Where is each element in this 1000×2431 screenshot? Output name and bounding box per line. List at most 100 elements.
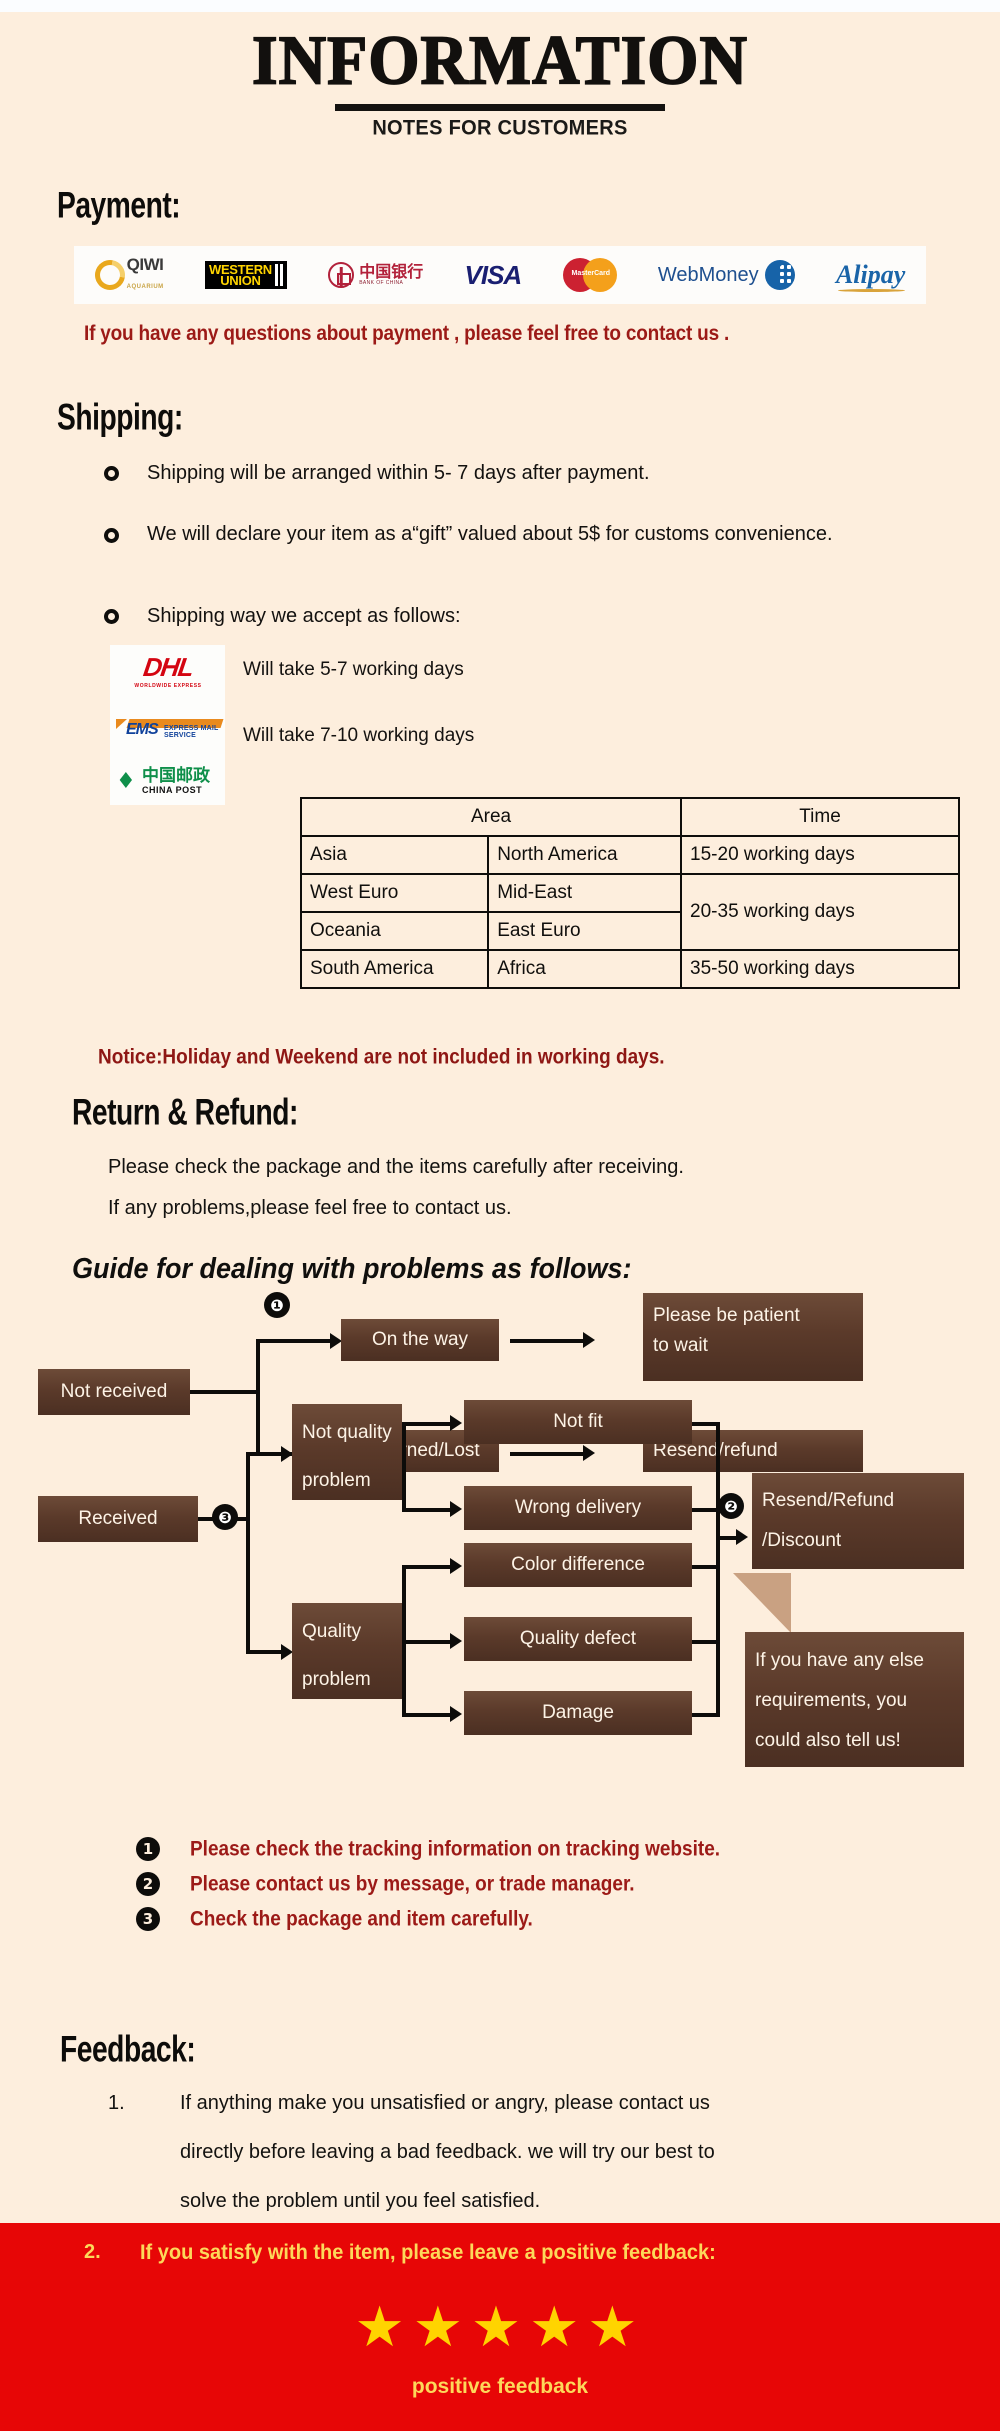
payment-methods-strip: QIWI AQUARIUM WESTERN UNION 中国银行 BANK OF… bbox=[74, 246, 926, 304]
flow-box-wrong-delivery: Wrong delivery bbox=[464, 1486, 692, 1530]
return-refund-line-2: If any problems,please feel free to cont… bbox=[108, 1197, 512, 1219]
flow-box-not-quality-problem: Not quality problem bbox=[292, 1404, 402, 1500]
alipay-logo: Alipay bbox=[836, 255, 905, 295]
table-cell-area-b: East Euro bbox=[487, 911, 683, 951]
flow-box-resend-line-2: /Discount bbox=[762, 1530, 842, 1551]
flow-box-not-fit: Not fit bbox=[464, 1400, 692, 1444]
china-post-cn-label: 中国邮政 bbox=[142, 766, 210, 786]
flow-marker-1: ❶ bbox=[264, 1292, 290, 1318]
flow-marker-2: ❷ bbox=[718, 1493, 744, 1519]
flow-box-received: Received bbox=[38, 1496, 198, 1542]
bullet-icon bbox=[104, 466, 119, 481]
flow-box-not-quality-line-1: Not quality bbox=[302, 1422, 392, 1443]
shipping-bullet-3: Shipping way we accept as follows: bbox=[147, 605, 461, 627]
guide-heading: Guide for dealing with problems as follo… bbox=[72, 1253, 632, 1285]
flow-box-quality-defect: Quality defect bbox=[464, 1617, 692, 1661]
china-post-en-label: CHINA POST bbox=[142, 785, 203, 795]
table-header-row: Area Time bbox=[299, 797, 960, 837]
ems-label: EMS bbox=[126, 721, 159, 738]
page-title: INFORMATION bbox=[251, 22, 749, 100]
qiwi-ring-icon bbox=[88, 254, 131, 296]
flow-callout-line-2: requirements, you bbox=[755, 1690, 908, 1711]
visa-label: VISA bbox=[464, 259, 523, 290]
note-badge-1: 1 bbox=[136, 1837, 160, 1861]
note-text-1: Please check the tracking information on… bbox=[190, 1838, 721, 1862]
callout-pointer-icon bbox=[733, 1573, 791, 1633]
qiwi-logo: QIWI AQUARIUM bbox=[88, 254, 164, 296]
flow-line bbox=[716, 1422, 720, 1717]
flow-box-on-the-way: On the way bbox=[341, 1319, 499, 1361]
note-badge-2: 2 bbox=[136, 1872, 160, 1896]
flow-line bbox=[402, 1422, 454, 1426]
five-star-rating-icon: ★★★★★ bbox=[354, 2295, 646, 2360]
flow-line bbox=[510, 1452, 586, 1456]
flow-box-callout: If you have any else requirements, you c… bbox=[745, 1632, 964, 1767]
flow-arrow-icon bbox=[736, 1529, 748, 1545]
visa-logo: VISA bbox=[464, 255, 523, 295]
flow-line bbox=[402, 1565, 454, 1569]
bank-of-china-logo: 中国银行 BANK OF CHINA bbox=[328, 255, 423, 295]
flow-line bbox=[402, 1424, 406, 1512]
flow-line bbox=[246, 1454, 250, 1654]
western-union-logo: WESTERN UNION bbox=[204, 255, 287, 295]
flow-line bbox=[246, 1650, 284, 1654]
alipay-label: Alipay bbox=[835, 260, 906, 292]
flow-line bbox=[246, 1452, 284, 1456]
flow-callout-line-1: If you have any else bbox=[755, 1650, 924, 1671]
flow-line bbox=[256, 1341, 260, 1456]
webmoney-ball-icon bbox=[764, 260, 795, 290]
flow-arrow-icon bbox=[450, 1501, 462, 1517]
table-row: West Euro Mid-East 20-35 working days bbox=[299, 873, 960, 951]
feedback-item-1-number: 1. bbox=[108, 2092, 125, 2114]
bank-of-china-mark-icon bbox=[328, 262, 355, 288]
flow-box-resend-line-1: Resend/Refund bbox=[762, 1490, 895, 1511]
table-cell-area-a: West Euro bbox=[299, 873, 490, 913]
dhl-sublabel: WORLDWIDE EXPRESS bbox=[134, 683, 202, 689]
dhl-note: Will take 5-7 working days bbox=[243, 659, 464, 680]
bullet-icon bbox=[104, 609, 119, 624]
table-cell-time: 35-50 working days bbox=[680, 949, 960, 989]
flow-arrow-icon bbox=[583, 1332, 595, 1348]
feedback-heading: Feedback: bbox=[60, 2030, 196, 2071]
flow-box-patient-line-1: Please be patient bbox=[653, 1305, 800, 1326]
bullet-icon bbox=[104, 528, 119, 543]
table-cell-area-b: Africa bbox=[487, 949, 683, 989]
feedback-item-1-line-2: directly before leaving a bad feedback. … bbox=[180, 2141, 715, 2163]
flow-line bbox=[402, 1640, 454, 1644]
bank-of-china-cn-label: 中国银行 bbox=[359, 262, 424, 281]
flow-box-patient-line-2: to wait bbox=[653, 1335, 708, 1356]
flow-line bbox=[402, 1508, 454, 1512]
return-refund-line-1: Please check the package and the items c… bbox=[108, 1156, 684, 1178]
table-cell-time: 15-20 working days bbox=[680, 835, 960, 875]
flow-arrow-icon bbox=[450, 1633, 462, 1649]
shipping-time-table: Area Time Asia North America 15-20 worki… bbox=[299, 797, 960, 989]
table-cell-area-b: North America bbox=[487, 835, 683, 875]
flow-callout-line-3: could also tell us! bbox=[755, 1730, 901, 1751]
qiwi-sublabel: AQUARIUM bbox=[126, 284, 164, 290]
feedback-item-1-line-1: If anything make you unsatisfied or angr… bbox=[180, 2092, 710, 2114]
table-cell-area-a: South America bbox=[299, 949, 490, 989]
shipping-bullet-2: We will declare your item as a“gift” val… bbox=[147, 523, 833, 545]
mastercard-label: MasterCard bbox=[571, 270, 611, 277]
shipping-heading: Shipping: bbox=[57, 398, 183, 439]
ems-logo: EMS EXPRESS MAIL SERVICE bbox=[114, 718, 224, 740]
feedback-item-1-line-3: solve the problem until you feel satisfi… bbox=[180, 2190, 541, 2212]
table-header-area: Area bbox=[299, 797, 683, 837]
feedback-item-2-text: If you satisfy with the item, please lea… bbox=[140, 2241, 716, 2265]
table-cell-time: 20-35 working days bbox=[680, 873, 960, 951]
flow-box-not-quality-line-2: problem bbox=[302, 1470, 371, 1491]
flow-arrow-icon bbox=[450, 1558, 462, 1574]
table-cell-area-a: Asia bbox=[299, 835, 490, 875]
western-union-bars-icon bbox=[274, 264, 283, 286]
return-refund-heading: Return & Refund: bbox=[72, 1093, 298, 1134]
flow-line bbox=[402, 1713, 454, 1717]
title-divider bbox=[335, 104, 665, 111]
flow-box-quality-line-2: problem bbox=[302, 1669, 371, 1690]
payment-heading: Payment: bbox=[57, 186, 181, 227]
flow-arrow-icon bbox=[450, 1415, 462, 1431]
flow-box-not-received: Not received bbox=[38, 1369, 190, 1415]
working-days-notice: Notice:Holiday and Weekend are not inclu… bbox=[98, 1046, 665, 1070]
note-text-2: Please contact us by message, or trade m… bbox=[190, 1873, 635, 1897]
webmoney-logo: WebMoney bbox=[658, 255, 795, 295]
payment-note: If you have any questions about payment … bbox=[84, 322, 730, 346]
